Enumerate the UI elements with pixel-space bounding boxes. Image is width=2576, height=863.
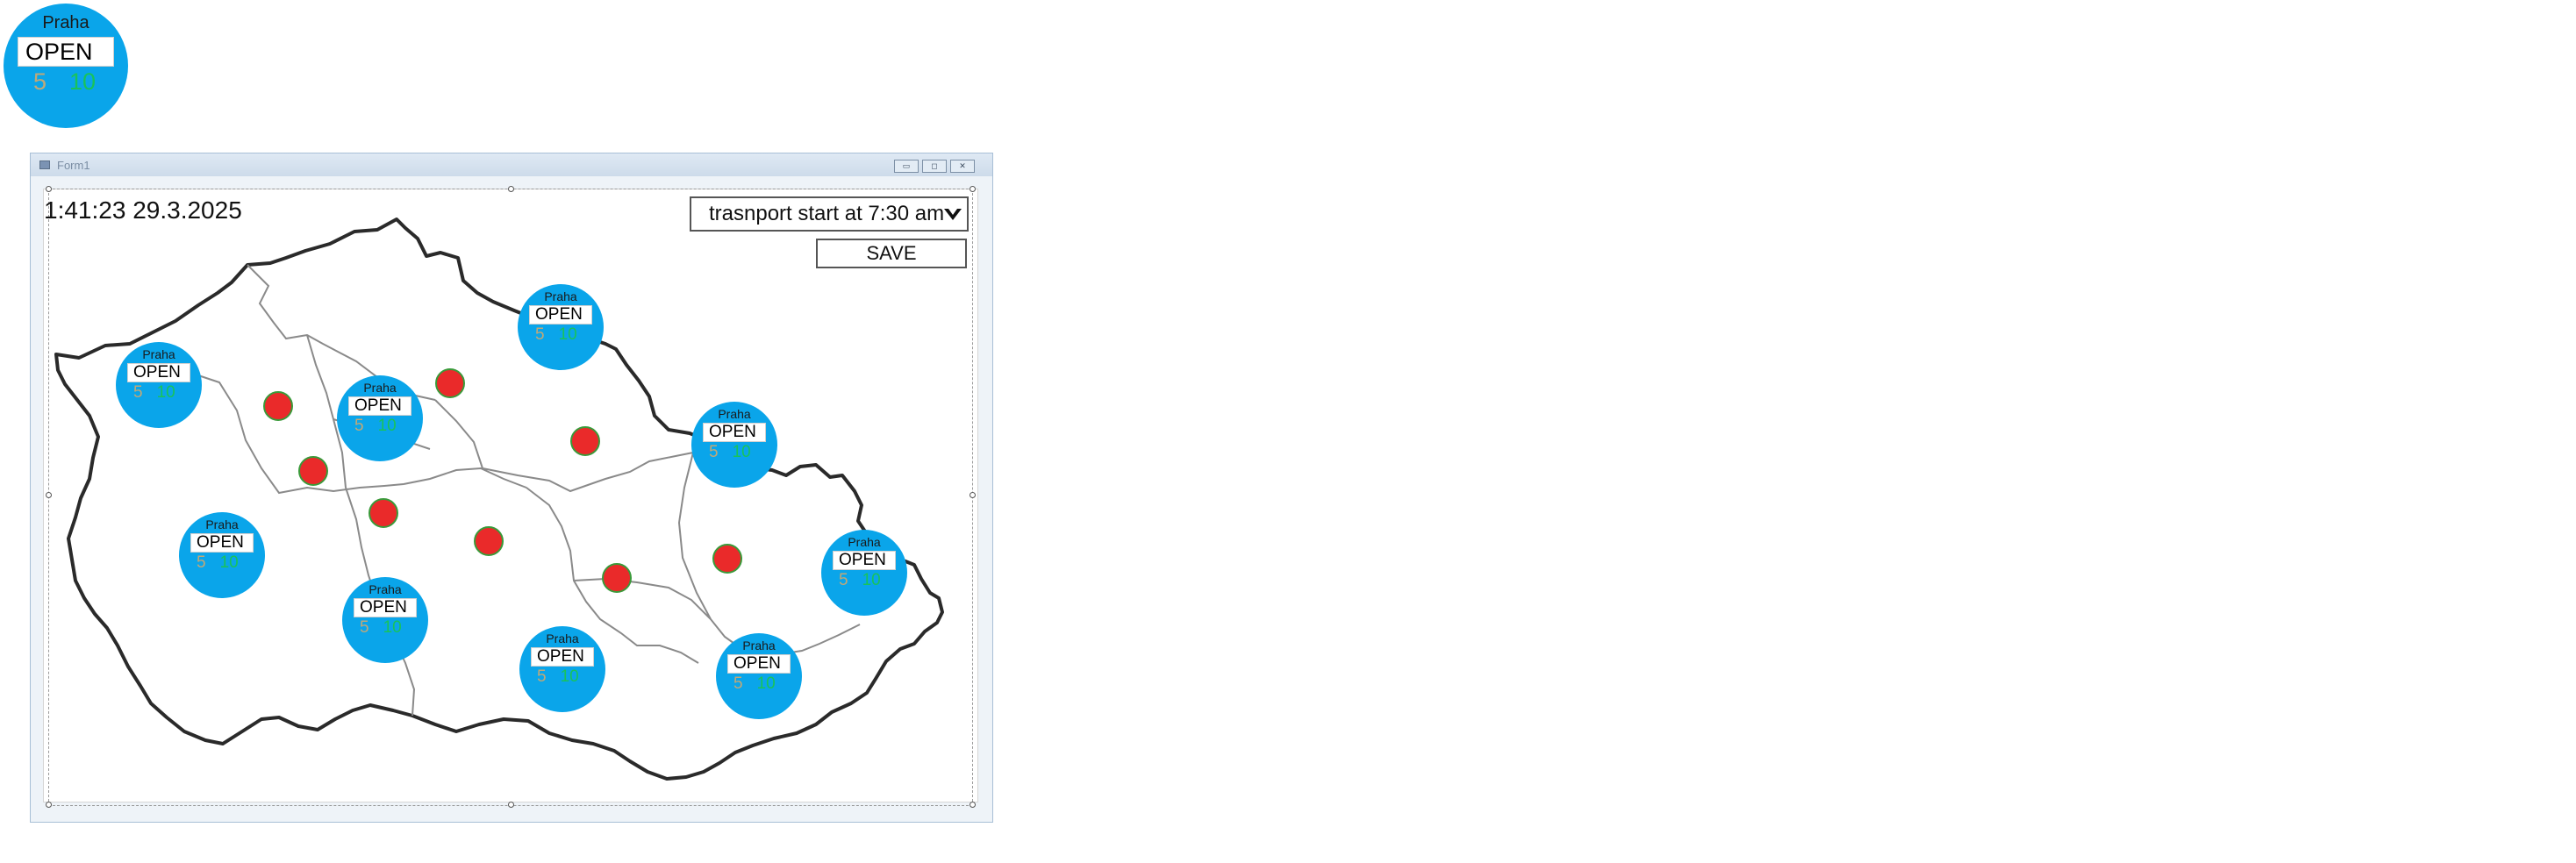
maximize-button[interactable]: ◻ <box>922 160 947 173</box>
station-counts: 5 10 <box>337 417 423 436</box>
count-b: 10 <box>383 618 402 637</box>
station-control[interactable]: Praha OPEN 5 10 <box>821 530 907 616</box>
count-a: 5 <box>535 325 545 344</box>
map-marker[interactable] <box>712 544 742 574</box>
station-status-field[interactable]: OPEN <box>703 423 766 442</box>
station-control[interactable]: Praha OPEN 5 10 <box>116 342 202 428</box>
station-control[interactable]: Praha OPEN 5 10 <box>337 375 423 461</box>
resize-handle[interactable] <box>46 802 52 808</box>
station-control[interactable]: Praha OPEN 5 10 <box>519 626 605 712</box>
map-marker[interactable] <box>602 563 632 593</box>
station-control[interactable]: Praha OPEN 5 10 <box>342 577 428 663</box>
count-b: 10 <box>756 674 776 693</box>
count-a: 5 <box>197 553 206 572</box>
count-a: 5 <box>133 383 143 402</box>
station-counts: 5 10 <box>116 383 202 403</box>
resize-handle[interactable] <box>46 492 52 498</box>
station-city: Praha <box>205 517 239 531</box>
count-b: 10 <box>377 417 397 435</box>
station-city: Praha <box>544 289 577 303</box>
count-b: 10 <box>69 68 97 95</box>
station-control[interactable]: Praha OPEN 5 10 <box>179 512 265 598</box>
count-b: 10 <box>156 383 175 402</box>
window-titlebar[interactable]: Form1 ▭ ◻ ✕ <box>31 153 992 176</box>
count-a: 5 <box>709 443 719 461</box>
map-marker[interactable] <box>263 391 293 421</box>
map-marker[interactable] <box>369 498 398 528</box>
form-client-area <box>43 189 978 802</box>
station-counts: 5 10 <box>519 667 605 687</box>
station-counts: 5 10 <box>691 443 777 462</box>
minimize-button[interactable]: ▭ <box>894 160 919 173</box>
station-control[interactable]: Praha OPEN 5 10 <box>691 402 777 488</box>
clock-label: 1:41:23 29.3.2025 <box>44 196 242 224</box>
station-status-field[interactable]: OPEN <box>348 396 411 416</box>
station-city: Praha <box>369 582 402 596</box>
station-status-field[interactable]: OPEN <box>190 533 254 553</box>
station-status-field[interactable]: OPEN <box>727 654 791 674</box>
map-marker[interactable] <box>570 426 600 456</box>
transport-start-value: trasnport start at 7:30 am <box>709 202 945 225</box>
station-status-field[interactable]: OPEN <box>531 647 594 667</box>
count-a: 5 <box>839 571 848 589</box>
station-control-preview[interactable]: Praha OPEN 5 10 <box>4 4 128 128</box>
station-status-field[interactable]: OPEN <box>354 598 417 617</box>
save-button[interactable]: SAVE <box>816 239 967 268</box>
station-counts: 5 10 <box>4 68 128 96</box>
station-status-field[interactable]: OPEN <box>127 363 190 382</box>
station-counts: 5 10 <box>716 674 802 694</box>
resize-handle[interactable] <box>970 802 976 808</box>
count-a: 5 <box>354 417 364 435</box>
count-b: 10 <box>560 667 579 686</box>
station-counts: 5 10 <box>179 553 265 573</box>
count-b: 10 <box>219 553 239 572</box>
station-status-field[interactable]: OPEN <box>529 305 592 325</box>
station-counts: 5 10 <box>518 325 604 345</box>
station-status-field[interactable]: OPEN <box>18 37 114 67</box>
station-city: Praha <box>848 535 881 549</box>
window-title: Form1 <box>57 159 90 172</box>
station-city: Praha <box>546 631 579 645</box>
station-status-field[interactable]: OPEN <box>833 551 896 570</box>
resize-handle[interactable] <box>508 186 514 192</box>
count-a: 5 <box>360 618 369 637</box>
map-marker[interactable] <box>435 368 465 398</box>
chevron-down-icon[interactable] <box>942 204 963 224</box>
count-a: 5 <box>733 674 743 693</box>
station-control[interactable]: Praha OPEN 5 10 <box>518 284 604 370</box>
map-marker[interactable] <box>474 526 504 556</box>
station-city: Praha <box>142 347 175 361</box>
count-a: 5 <box>537 667 547 686</box>
resize-handle[interactable] <box>970 492 976 498</box>
transport-start-select[interactable]: trasnport start at 7:30 am <box>690 196 969 232</box>
resize-handle[interactable] <box>970 186 976 192</box>
country-border <box>54 218 944 781</box>
station-counts: 5 10 <box>342 618 428 638</box>
station-city: Praha <box>363 381 397 395</box>
count-b: 10 <box>732 443 751 461</box>
station-city: Praha <box>42 13 89 32</box>
station-control[interactable]: Praha OPEN 5 10 <box>716 633 802 719</box>
count-b: 10 <box>558 325 577 344</box>
count-b: 10 <box>862 571 881 589</box>
map-marker[interactable] <box>298 456 328 486</box>
czech-map-outline <box>54 218 944 781</box>
station-city: Praha <box>742 638 776 653</box>
resize-handle[interactable] <box>508 802 514 808</box>
count-a: 5 <box>33 68 47 95</box>
app-icon <box>39 160 50 169</box>
close-button[interactable]: ✕ <box>950 160 975 173</box>
resize-handle[interactable] <box>46 186 52 192</box>
station-counts: 5 10 <box>821 571 907 590</box>
station-city: Praha <box>718 407 751 421</box>
